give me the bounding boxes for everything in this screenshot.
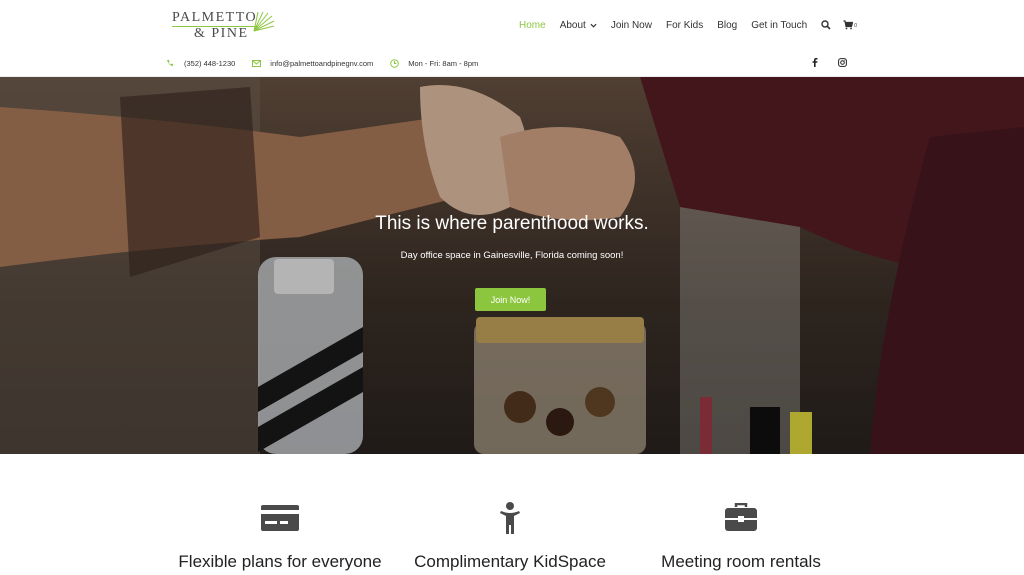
nav-label: Home [519,19,546,31]
feature-title: Meeting room rentals [661,552,821,571]
hours-info: Mon - Fri: 8am - 8pm [390,59,478,68]
join-now-button[interactable]: Join Now! [475,288,546,311]
contact-bar: (352) 448-1230 info@palmettoandpinegnv.c… [166,57,495,69]
cart-count: 0 [854,23,857,29]
feature-flexible-plans: Flexible plans for everyone [165,454,395,575]
email-address: info@palmettoandpinegnv.com [270,58,374,68]
chevron-down-icon [590,23,597,28]
nav-item-about[interactable]: About [560,20,597,31]
phone-contact[interactable]: (352) 448-1230 [166,59,235,68]
nav-item-blog[interactable]: Blog [717,20,737,31]
palm-leaf-icon [253,11,275,32]
main-nav: Home About Join Now For Kids Blog Get in… [519,18,865,32]
nav-label: About [559,19,586,31]
clock-icon [390,58,400,68]
nav-item-for-kids[interactable]: For Kids [666,20,703,31]
instagram-icon[interactable] [837,57,847,67]
feature-title: Complimentary KidSpace [414,552,606,571]
site-logo[interactable]: PALMETTO & PINE [170,9,280,43]
cart-icon[interactable]: 0 [843,19,857,31]
site-header: PALMETTO & PINE Home About Join Now For … [0,0,1024,77]
hero-title: This is where parenthood works. [375,213,649,234]
hero-overlay [0,77,1024,454]
feature-kidspace: Complimentary KidSpace [395,454,625,575]
social-links [810,57,864,67]
hero-banner: This is where parenthood works. Day offi… [0,77,1024,454]
nav-item-get-in-touch[interactable]: Get in Touch [751,20,807,31]
hero-subtitle: Day office space in Gainesville, Florida… [400,250,624,261]
nav-label: Blog [717,19,738,31]
search-icon[interactable] [821,19,833,31]
briefcase-icon [721,502,761,534]
phone-number: (352) 448-1230 [184,58,236,68]
business-hours: Mon - Fri: 8am - 8pm [408,58,479,68]
nav-label: Get in Touch [751,19,808,31]
envelope-icon [252,59,262,68]
feature-meeting-rooms: Meeting room rentals [626,454,856,575]
credit-card-icon [260,502,300,534]
email-contact[interactable]: info@palmettoandpinegnv.com [252,59,373,68]
facebook-icon[interactable] [810,57,820,67]
child-icon [490,502,530,534]
nav-label: For Kids [665,19,704,31]
logo-text-line1: PALMETTO [172,10,258,25]
features-section: Flexible plans for everyone Complimentar… [0,454,1024,575]
logo-text-line2: & PINE [194,26,249,41]
nav-item-join-now[interactable]: Join Now [611,20,652,31]
feature-title: Flexible plans for everyone [178,552,382,571]
phone-icon [166,59,175,68]
nav-item-home[interactable]: Home [519,20,546,31]
nav-label: Join Now [610,19,652,31]
